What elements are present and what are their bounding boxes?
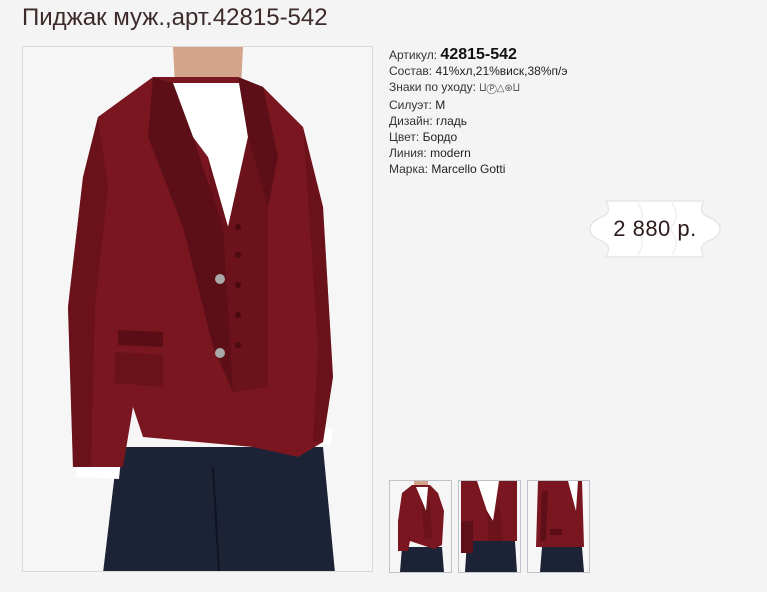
composition-label: Состав: (389, 64, 433, 78)
color-value: Бордо (422, 130, 458, 144)
composition-value: 41%хл,21%виск,38%п/э (435, 64, 568, 78)
sku-row: Артикул: 42815-542 (389, 47, 567, 63)
product-main-photo[interactable] (22, 46, 373, 572)
brand-label: Марка: (389, 162, 428, 176)
line-row: Линия: modern (389, 145, 567, 161)
thumbnail-closeup[interactable] (458, 480, 521, 573)
line-label: Линия: (389, 146, 427, 160)
thumbnail-front[interactable] (389, 480, 452, 573)
sku-value: 42815-542 (440, 46, 517, 63)
price-tag: 2 880 р. (588, 199, 722, 259)
fit-label: Силуэт: (389, 98, 432, 112)
color-label: Цвет: (389, 130, 420, 144)
product-info: Артикул: 42815-542 Состав: 41%хл,21%виск… (389, 47, 567, 177)
fit-value: M (435, 98, 446, 112)
sku-label: Артикул: (389, 48, 438, 62)
design-row: Дизайн: гладь (389, 113, 567, 129)
care-row: Знаки по уходу: ⨿Ⓟ△⊛⨿ (389, 79, 567, 97)
care-label: Знаки по уходу: (389, 80, 476, 94)
design-value: гладь (436, 114, 468, 128)
brand-row: Марка: Marcello Gotti (389, 161, 567, 177)
design-label: Дизайн: (389, 114, 433, 128)
price-value: 2 880 р. (613, 216, 697, 241)
composition-row: Состав: 41%хл,21%виск,38%п/э (389, 63, 567, 79)
fit-row: Силуэт: M (389, 97, 567, 113)
line-value: modern (430, 146, 471, 160)
brand-value: Marcello Gotti (431, 162, 506, 176)
care-symbols-icon: ⨿Ⓟ△⊛⨿ (479, 83, 520, 94)
page-title: Пиджак муж.,арт.42815-542 (22, 4, 328, 31)
color-row: Цвет: Бордо (389, 129, 567, 145)
thumbnail-side[interactable] (527, 480, 590, 573)
